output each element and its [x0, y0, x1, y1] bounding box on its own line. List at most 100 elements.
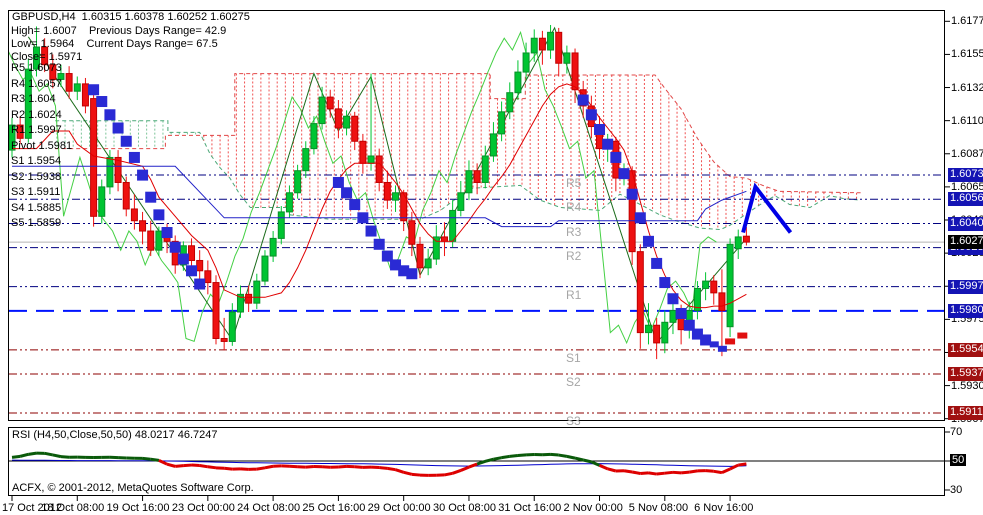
- candle-body: [563, 52, 571, 64]
- candle-body: [383, 181, 391, 201]
- time-tick-label[interactable]: 2 Nov 00:00: [564, 502, 623, 514]
- time-tick-label[interactable]: 6 Nov 16:00: [694, 502, 753, 514]
- signal-square-blue: [618, 168, 630, 180]
- signal-square-blue: [88, 84, 100, 96]
- pivot-price-label-1.59543: 1.59543: [948, 342, 983, 357]
- candle-body: [449, 209, 457, 242]
- rsi-main-segment: [598, 463, 609, 471]
- rsi-main-segment: [52, 453, 62, 459]
- candle-body: [188, 245, 196, 261]
- rsi-main-segment: [680, 470, 690, 475]
- rsi-main-segment: [354, 465, 363, 469]
- rsi-main-segment: [460, 465, 470, 472]
- rsi-main-segment: [28, 451, 37, 456]
- candle-body: [196, 259, 204, 272]
- time-tick-label[interactable]: 23 Oct 00:00: [172, 502, 235, 514]
- signal-square-blue: [120, 135, 132, 147]
- candle-body: [432, 236, 440, 260]
- level-tag-S1: S1: [566, 350, 581, 365]
- rsi-main-segment: [590, 460, 601, 467]
- rsi-main-segment: [689, 469, 698, 474]
- rsi-main-segment: [566, 454, 576, 460]
- candle-body: [661, 321, 669, 344]
- candle-body: [367, 155, 375, 164]
- pivot-price-label-1.60401: 1.60401: [948, 216, 983, 231]
- pivot-legend-item-S4: S4 1.5885: [11, 201, 62, 214]
- candle-body: [351, 115, 359, 142]
- time-tick-label[interactable]: 25 Oct 16:00: [302, 502, 365, 514]
- signal-square-blue: [349, 199, 361, 211]
- rsi-main-segment: [387, 466, 396, 472]
- rsi-main-segment: [338, 464, 347, 469]
- signal-square-blue: [137, 169, 149, 181]
- rsi-main-segment: [289, 464, 298, 469]
- pivot-price-label-1.60566: 1.60566: [948, 192, 983, 207]
- rsi-main-segment: [582, 458, 592, 464]
- rsi-main-segment: [224, 466, 233, 471]
- pivot-legend-item-S1: S1 1.5954: [11, 155, 62, 167]
- candle-body: [277, 211, 285, 239]
- candle-body: [514, 71, 522, 94]
- rsi-main-segment: [664, 470, 674, 475]
- candle-body: [522, 52, 530, 73]
- pivot-legend-item-R5: R5 1.6073: [11, 62, 62, 74]
- signal-square-blue: [128, 151, 140, 163]
- signal-square-red: [725, 338, 736, 345]
- candle-body: [726, 243, 734, 328]
- signal-square-blue: [373, 238, 385, 250]
- signal-square-blue: [700, 334, 712, 346]
- signal-square-blue: [161, 227, 173, 239]
- time-tick-label[interactable]: 5 Nov 08:00: [629, 502, 688, 514]
- signal-square-blue: [585, 109, 597, 121]
- candle-body: [285, 192, 293, 213]
- level-tag-R5: R5: [566, 175, 582, 190]
- candle-body: [498, 111, 506, 135]
- signal-square-blue: [577, 94, 589, 106]
- candle-body: [628, 170, 636, 253]
- candle-body: [457, 192, 465, 211]
- rsi-scale-50: 50: [950, 454, 967, 466]
- rsi-main-segment: [403, 470, 413, 476]
- rsi-main-segment: [493, 456, 502, 461]
- candle-body: [253, 280, 261, 304]
- candle-body: [318, 96, 326, 125]
- signal-square-blue: [626, 188, 638, 200]
- pivot-legend-item-S3: S3 1.5911: [11, 186, 61, 198]
- candle-body: [538, 37, 546, 51]
- candle-body: [343, 115, 351, 129]
- rsi-main-segment: [207, 465, 217, 470]
- candle-body: [506, 92, 514, 113]
- pivot-legend-item-S5: S5 1.5859: [11, 217, 62, 229]
- candle-body: [718, 292, 726, 312]
- candle-body: [481, 155, 489, 183]
- signal-square-blue: [642, 235, 654, 247]
- signal-square-blue: [602, 138, 614, 150]
- time-tick-label[interactable]: 24 Oct 08:00: [237, 502, 300, 514]
- candle-body: [302, 148, 310, 172]
- signal-square-blue: [675, 307, 687, 319]
- candle-body: [734, 236, 742, 250]
- time-tick-label[interactable]: 29 Oct 00:00: [368, 502, 431, 514]
- chart-window: GBPUSD,H4 1.60315 1.60378 1.60252 1.6027…: [0, 0, 983, 515]
- candle-body: [710, 280, 718, 294]
- level-tag-R4: R4: [566, 200, 582, 215]
- rsi-main-segment: [623, 469, 633, 474]
- candle-body: [81, 83, 89, 107]
- rsi-main-segment: [672, 470, 682, 475]
- rsi-main-segment: [558, 453, 568, 458]
- candle-body: [416, 243, 424, 269]
- rsi-scale-70: 70: [950, 426, 963, 438]
- time-tick-label[interactable]: 19 Oct 16:00: [107, 502, 170, 514]
- time-tick-label[interactable]: 31 Oct 16:00: [498, 502, 561, 514]
- rsi-main-segment: [607, 467, 617, 473]
- candle-body: [310, 123, 318, 150]
- rsi-main-segment: [19, 452, 29, 458]
- rsi-main-segment: [574, 456, 584, 462]
- pivot-legend-item-R1: R1 1.5997: [11, 124, 62, 136]
- pane-separator[interactable]: [8, 421, 945, 427]
- time-tick-label[interactable]: 18 Oct 08:00: [41, 502, 104, 514]
- time-tick-label[interactable]: 30 Oct 08:00: [433, 502, 496, 514]
- candle-body: [555, 31, 563, 64]
- signal-square-blue: [186, 265, 198, 277]
- candle-body: [130, 208, 138, 222]
